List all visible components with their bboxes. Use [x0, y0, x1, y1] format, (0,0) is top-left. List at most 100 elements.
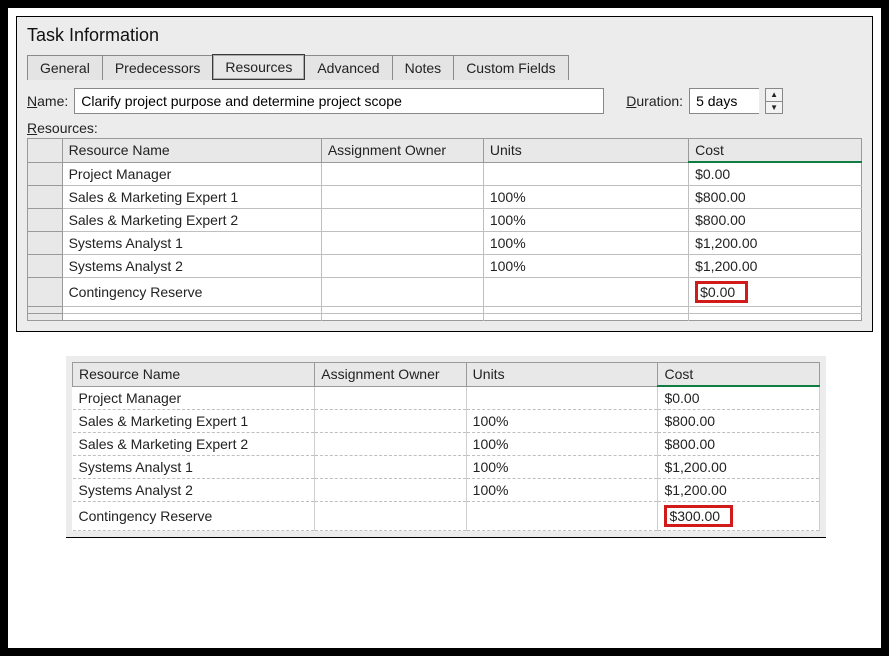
cell-units[interactable]: 100% — [483, 232, 688, 255]
col-units[interactable]: Units — [483, 139, 688, 163]
table-row[interactable]: Sales & Marketing Expert 2 100% $800.00 — [28, 209, 862, 232]
table-row[interactable]: Contingency Reserve $0.00 — [28, 278, 862, 307]
table-row[interactable] — [28, 314, 862, 321]
table-row[interactable]: Project Manager $0.00 — [28, 162, 862, 186]
cell-resource-name[interactable]: Sales & Marketing Expert 2 — [62, 209, 321, 232]
cell-cost[interactable]: $0.00 — [689, 278, 862, 307]
row-handle[interactable] — [28, 232, 63, 255]
cell-units[interactable]: 100% — [466, 456, 658, 479]
cell-cost[interactable]: $1,200.00 — [658, 456, 820, 479]
cell-cost[interactable]: $1,200.00 — [689, 232, 862, 255]
cell-cost[interactable]: $1,200.00 — [658, 479, 820, 502]
cell-assignment-owner[interactable] — [315, 502, 466, 531]
cell-assignment-owner[interactable] — [315, 433, 466, 456]
row-handle[interactable] — [28, 314, 63, 321]
tab-resources[interactable]: Resources — [212, 54, 305, 80]
cell-units[interactable]: 100% — [483, 255, 688, 278]
cell-resource-name[interactable]: Systems Analyst 1 — [62, 232, 321, 255]
cell-resource-name[interactable]: Systems Analyst 2 — [62, 255, 321, 278]
cell-resource-name[interactable]: Project Manager — [73, 386, 315, 410]
cell-resource-name[interactable]: Sales & Marketing Expert 1 — [62, 186, 321, 209]
col-assignment-owner[interactable]: Assignment Owner — [321, 139, 483, 163]
tab-advanced[interactable]: Advanced — [304, 55, 392, 80]
table-row[interactable] — [28, 307, 862, 314]
cell-resource-name[interactable]: Sales & Marketing Expert 1 — [73, 410, 315, 433]
cell-assignment-owner[interactable] — [321, 255, 483, 278]
table-row[interactable]: Sales & Marketing Expert 1 100% $800.00 — [73, 410, 820, 433]
cell-resource-name[interactable]: Contingency Reserve — [62, 278, 321, 307]
cell-units[interactable]: 100% — [483, 209, 688, 232]
duration-field[interactable] — [689, 88, 759, 114]
col-cost[interactable]: Cost — [689, 139, 862, 163]
cell-cost[interactable]: $0.00 — [689, 162, 862, 186]
cell-resource-name[interactable] — [62, 307, 321, 314]
cell-cost[interactable]: $300.00 — [658, 502, 820, 531]
cell-units[interactable]: 100% — [466, 433, 658, 456]
tab-notes[interactable]: Notes — [392, 55, 455, 80]
cell-units[interactable]: 100% — [466, 410, 658, 433]
cell-units[interactable] — [483, 278, 688, 307]
cell-resource-name[interactable]: Systems Analyst 1 — [73, 456, 315, 479]
resources-grid[interactable]: Resource Name Assignment Owner Units Cos… — [27, 138, 862, 321]
cell-resource-name[interactable] — [62, 314, 321, 321]
cell-resource-name[interactable]: Contingency Reserve — [73, 502, 315, 531]
row-handle[interactable] — [28, 209, 63, 232]
cell-assignment-owner[interactable] — [321, 162, 483, 186]
cell-units[interactable] — [466, 386, 658, 410]
cell-units[interactable]: 100% — [466, 479, 658, 502]
table-row[interactable]: Systems Analyst 2 100% $1,200.00 — [28, 255, 862, 278]
cell-units[interactable] — [466, 502, 658, 531]
row-handle[interactable] — [28, 186, 63, 209]
table-row[interactable]: Sales & Marketing Expert 2 100% $800.00 — [73, 433, 820, 456]
col-resource-name[interactable]: Resource Name — [73, 363, 315, 387]
cell-units[interactable] — [483, 314, 688, 321]
cell-units[interactable]: 100% — [483, 186, 688, 209]
duration-up-button[interactable]: ▲ — [766, 89, 782, 102]
tab-custom-fields[interactable]: Custom Fields — [453, 55, 568, 80]
cell-resource-name[interactable]: Project Manager — [62, 162, 321, 186]
name-field[interactable] — [74, 88, 604, 114]
cell-assignment-owner[interactable] — [321, 186, 483, 209]
table-row[interactable]: Systems Analyst 2 100% $1,200.00 — [73, 479, 820, 502]
cell-cost[interactable]: $800.00 — [689, 186, 862, 209]
cell-assignment-owner[interactable] — [321, 209, 483, 232]
cell-assignment-owner[interactable] — [321, 232, 483, 255]
cell-assignment-owner[interactable] — [315, 386, 466, 410]
col-cost[interactable]: Cost — [658, 363, 820, 387]
cell-assignment-owner[interactable] — [315, 456, 466, 479]
cell-resource-name[interactable]: Sales & Marketing Expert 2 — [73, 433, 315, 456]
duration-down-button[interactable]: ▼ — [766, 102, 782, 114]
cell-cost[interactable]: $800.00 — [689, 209, 862, 232]
col-units[interactable]: Units — [466, 363, 658, 387]
tab-predecessors[interactable]: Predecessors — [102, 55, 214, 80]
row-handle[interactable] — [28, 255, 63, 278]
cell-assignment-owner[interactable] — [315, 479, 466, 502]
duration-label: Duration: — [626, 93, 683, 109]
cell-assignment-owner[interactable] — [315, 410, 466, 433]
cell-assignment-owner[interactable] — [321, 314, 483, 321]
tab-general[interactable]: General — [27, 55, 103, 80]
comparison-grid[interactable]: Resource Name Assignment Owner Units Cos… — [72, 362, 820, 531]
col-resource-name[interactable]: Resource Name — [62, 139, 321, 163]
cell-resource-name[interactable]: Systems Analyst 2 — [73, 479, 315, 502]
cell-assignment-owner[interactable] — [321, 278, 483, 307]
cell-cost[interactable] — [689, 307, 862, 314]
cell-cost[interactable]: $800.00 — [658, 410, 820, 433]
row-handle[interactable] — [28, 162, 63, 186]
col-assignment-owner[interactable]: Assignment Owner — [315, 363, 466, 387]
cell-cost[interactable] — [689, 314, 862, 321]
table-row[interactable]: Sales & Marketing Expert 1 100% $800.00 — [28, 186, 862, 209]
table-row[interactable]: Project Manager $0.00 — [73, 386, 820, 410]
cell-units[interactable] — [483, 307, 688, 314]
row-handle[interactable] — [28, 278, 63, 307]
cell-cost[interactable]: $0.00 — [658, 386, 820, 410]
table-row[interactable]: Systems Analyst 1 100% $1,200.00 — [28, 232, 862, 255]
table-row[interactable]: Systems Analyst 1 100% $1,200.00 — [73, 456, 820, 479]
row-handle[interactable] — [28, 307, 63, 314]
duration-spinner: ▲ ▼ — [765, 88, 783, 114]
cell-units[interactable] — [483, 162, 688, 186]
cell-cost[interactable]: $800.00 — [658, 433, 820, 456]
cell-cost[interactable]: $1,200.00 — [689, 255, 862, 278]
table-row[interactable]: Contingency Reserve $300.00 — [73, 502, 820, 531]
cell-assignment-owner[interactable] — [321, 307, 483, 314]
